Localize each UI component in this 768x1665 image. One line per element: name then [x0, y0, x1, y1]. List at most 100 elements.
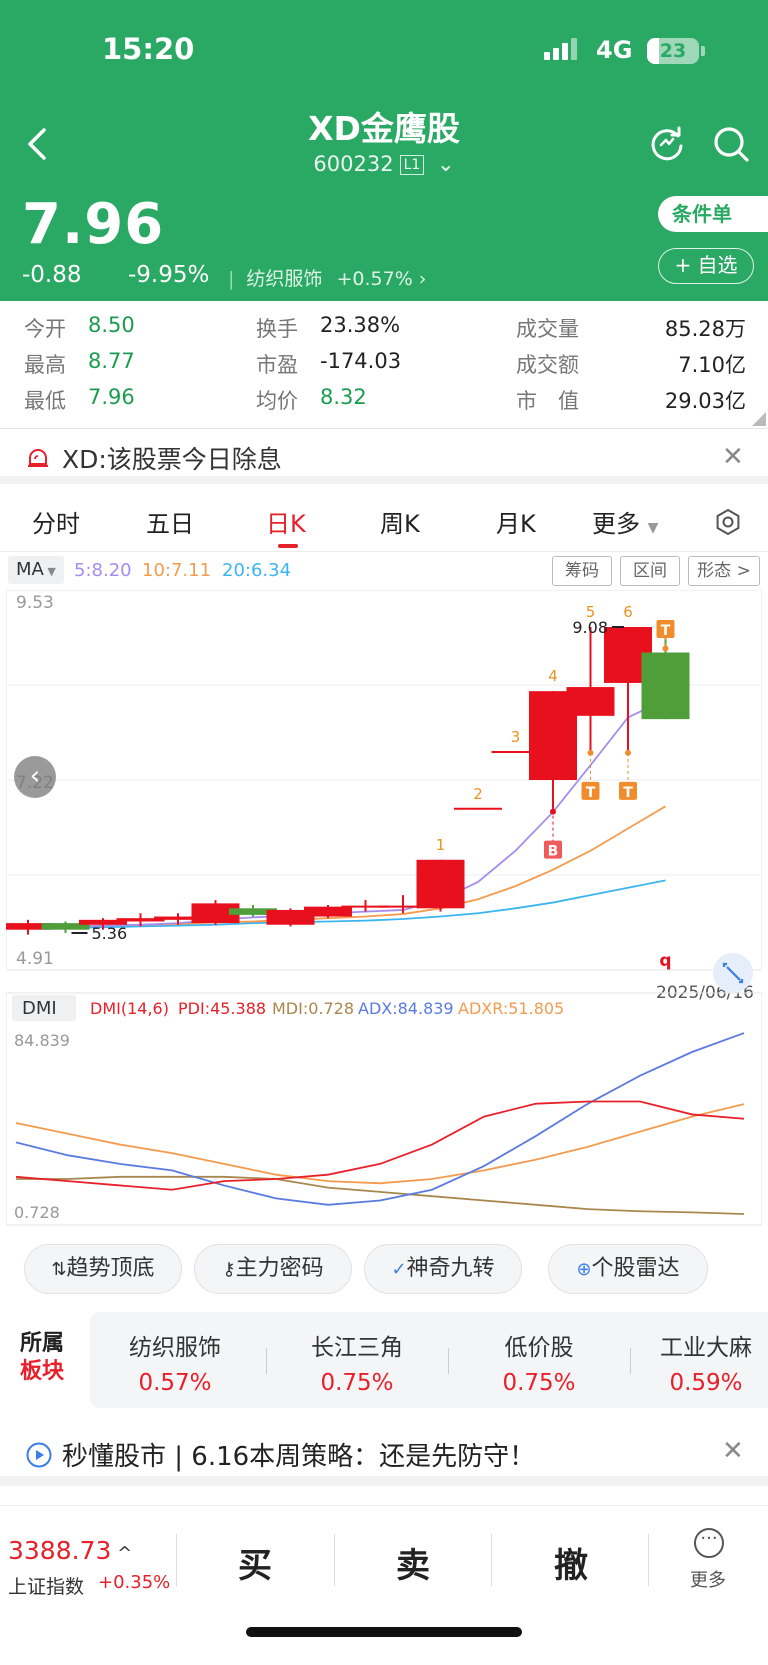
range-button[interactable]: 区间	[620, 556, 680, 586]
close-icon[interactable]: ✕	[722, 442, 744, 472]
news-banner[interactable]: 秒懂股市 | 6.16本周策略：还是先防守！ ✕	[0, 1420, 768, 1486]
y-axis-top-label: 9.53	[16, 593, 54, 613]
sell-button[interactable]: 卖	[396, 1538, 430, 1587]
high-label: 最高	[24, 353, 66, 377]
sector-item[interactable]: 工业大麻 0.59%	[636, 1328, 768, 1396]
stock-code: 600232	[313, 152, 394, 176]
condition-order-button[interactable]: 条件单	[658, 196, 768, 232]
signal-number: 3	[511, 728, 521, 746]
index-pct: +0.35%	[98, 1572, 171, 1593]
index-name: 上证指数	[8, 1576, 85, 1598]
candle-body	[566, 687, 615, 716]
signal-icon	[544, 38, 580, 60]
active-tab-indicator	[278, 544, 298, 548]
stock-radar-button[interactable]: ⊕个股雷达	[548, 1244, 708, 1294]
sectors-title-line1: 所属	[20, 1331, 65, 1356]
main-force-code-button[interactable]: ⚷主力密码	[194, 1244, 352, 1294]
sectors-title-line2: 板块	[20, 1359, 65, 1384]
chevron-right-icon: ›	[418, 268, 427, 290]
index-value[interactable]: 3388.73 ^	[8, 1536, 132, 1565]
indicator-select-label: MA	[16, 559, 44, 580]
pattern-button[interactable]: 形态 >	[688, 556, 760, 586]
chevron-down-icon: ⌄	[436, 152, 455, 176]
signal-number: 6	[623, 603, 633, 621]
dropdown-arrow-icon: ▼	[647, 520, 659, 536]
candle-body	[641, 652, 690, 720]
tab-weekly-k[interactable]: 周K	[380, 504, 420, 539]
caret-up-icon: ^	[111, 1543, 133, 1564]
signal-number: 1	[436, 836, 446, 854]
level-badge: L1	[399, 155, 425, 175]
buy-button[interactable]: 买	[238, 1538, 272, 1587]
signal-number: 4	[548, 667, 558, 685]
chevron-left-icon[interactable]: ‹	[14, 756, 56, 798]
tab-more[interactable]: 更多 ▼	[592, 504, 658, 539]
tab-monthly-k[interactable]: 月K	[496, 504, 536, 539]
sector-item[interactable]: 低价股 0.75%	[454, 1328, 624, 1396]
settings-icon[interactable]	[714, 508, 742, 536]
sector-name: 纺织服饰	[246, 268, 323, 290]
tab-more-label: 更多	[592, 510, 640, 538]
sell-signal-dot	[662, 645, 669, 652]
open-value: 8.50	[88, 313, 135, 337]
amount-label: 成交额	[516, 353, 579, 377]
sector-name: 长江三角	[311, 1335, 403, 1361]
candle-body	[304, 906, 352, 917]
sell-signal-dot	[587, 749, 594, 756]
more-label[interactable]: 更多	[690, 1566, 726, 1592]
search-icon[interactable]	[711, 124, 751, 164]
cancel-order-button[interactable]: 撤	[554, 1538, 588, 1587]
sector-change: 0.57%	[138, 1370, 212, 1396]
current-price: 7.96	[22, 192, 165, 257]
avg-label: 均价	[256, 389, 298, 413]
fullscreen-icon[interactable]	[713, 953, 753, 993]
check-icon: ✓	[391, 1259, 407, 1280]
battery-icon: 23	[647, 38, 699, 64]
magic-nine-label: 神奇九转	[406, 1256, 495, 1281]
key-icon: ⚷	[222, 1259, 236, 1280]
ex-dividend-notice[interactable]: XD:该股票今日除息 ✕	[0, 430, 768, 484]
open-label: 今开	[24, 317, 66, 341]
index-value-text: 3388.73	[8, 1536, 112, 1565]
close-icon[interactable]: ✕	[722, 1436, 744, 1466]
sell-badge: T	[661, 623, 671, 639]
sector-item[interactable]: 纺织服饰 0.57%	[90, 1328, 260, 1396]
refresh-icon[interactable]	[648, 124, 686, 162]
pe-value: -174.03	[320, 349, 402, 373]
dmi-top-label: 84.839	[14, 1031, 70, 1050]
bottom-trade-bar: 3388.73 ^ 上证指数 +0.35% 买 卖 撤 ··· 更多	[0, 1505, 768, 1665]
sector-item[interactable]: 长江三角 0.75%	[272, 1328, 442, 1396]
buy-badge: B	[548, 844, 559, 860]
home-indicator	[246, 1627, 522, 1637]
chips-button[interactable]: 筹码	[552, 556, 612, 586]
trend-top-bottom-label: 趋势顶底	[66, 1256, 155, 1281]
tab-daily-k[interactable]: 日K	[266, 504, 306, 539]
amount-value: 7.10亿	[678, 353, 746, 377]
sectors-title: 所属 板块	[20, 1330, 64, 1386]
ma-legend-row: MA ▼ 5:8.20 10:7.11 20:6.34 筹码 区间 形态 >	[0, 556, 768, 586]
price-change-pct: -9.95%	[128, 262, 210, 288]
status-time: 15:20	[102, 32, 195, 66]
signal-number: 2	[473, 785, 483, 803]
turnover-label: 换手	[256, 317, 298, 341]
sector-name: 工业大麻	[660, 1335, 752, 1361]
sector-link[interactable]: | 纺织服饰 +0.57% ›	[228, 264, 426, 291]
tab-intraday[interactable]: 分时	[32, 504, 80, 539]
more-icon[interactable]: ···	[694, 1528, 724, 1558]
candlestick-chart[interactable]: 9.537.224.912025/06/169.085.36123456BTTT…	[6, 590, 762, 1230]
add-watchlist-button[interactable]: + 自选	[658, 248, 754, 284]
trend-top-bottom-button[interactable]: ⇅趋势顶底	[24, 1244, 182, 1294]
dmi-select: DMI	[22, 998, 57, 1019]
main-force-code-label: 主力密码	[235, 1256, 324, 1281]
volume-label: 成交量	[516, 317, 579, 341]
low-label: 最低	[24, 389, 66, 413]
feature-buttons: ⇅趋势顶底 ⚷主力密码 ✓神奇九转 ⊕个股雷达	[0, 1244, 768, 1300]
ma10-label: 10:7.11	[142, 560, 212, 581]
indicator-select[interactable]: MA ▼	[8, 556, 64, 584]
stock-header: 15:20 4G 23 XD金鹰股 600232 L1 ⌄ 7.96 -0.88 …	[0, 0, 768, 301]
expand-corner-icon[interactable]	[752, 412, 766, 426]
pe-label: 市盈	[256, 353, 298, 377]
tab-five-day[interactable]: 五日	[146, 504, 194, 539]
dmi-pdi: PDI:45.388	[178, 999, 266, 1018]
magic-nine-button[interactable]: ✓神奇九转	[364, 1244, 522, 1294]
